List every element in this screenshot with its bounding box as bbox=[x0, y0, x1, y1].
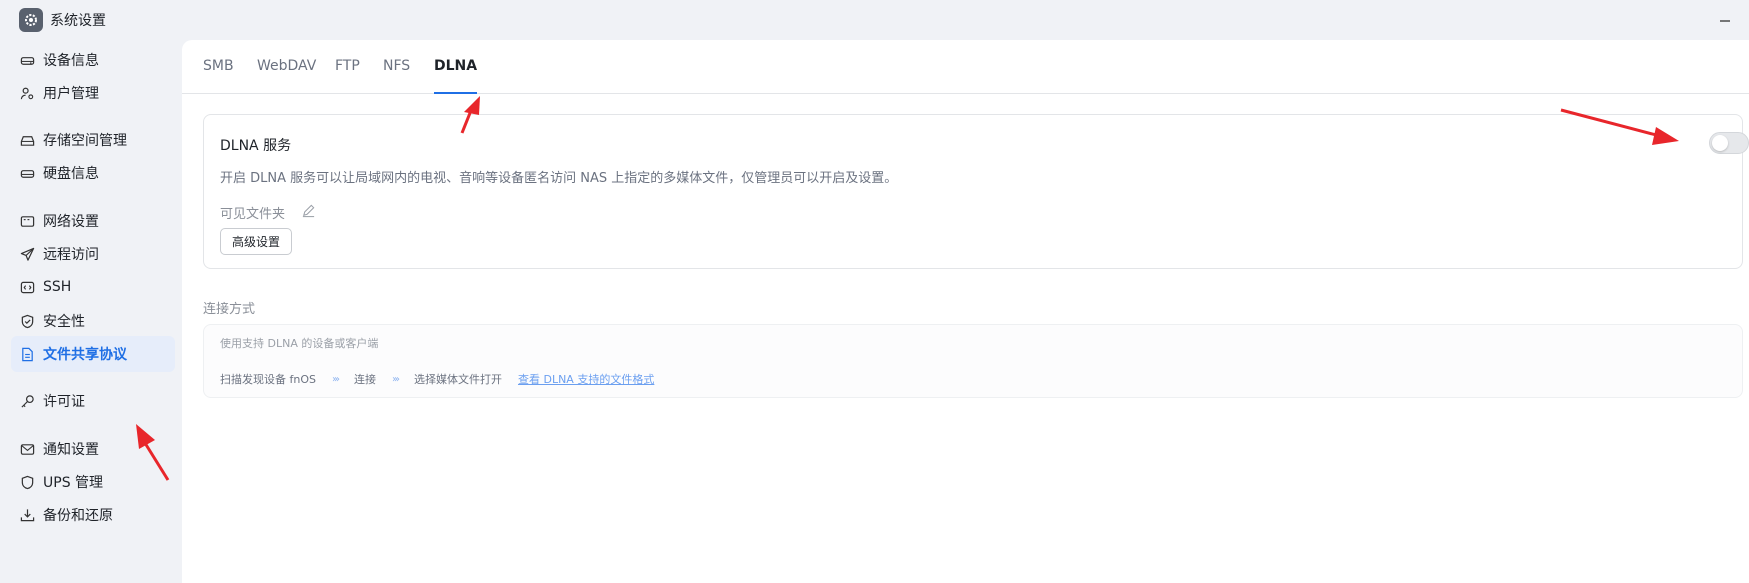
annotation-arrow-icon bbox=[136, 424, 170, 481]
annotation-arrow-icon bbox=[460, 96, 480, 134]
annotation-arrow-icon bbox=[1560, 108, 1679, 145]
annotation-arrows bbox=[136, 96, 1679, 481]
